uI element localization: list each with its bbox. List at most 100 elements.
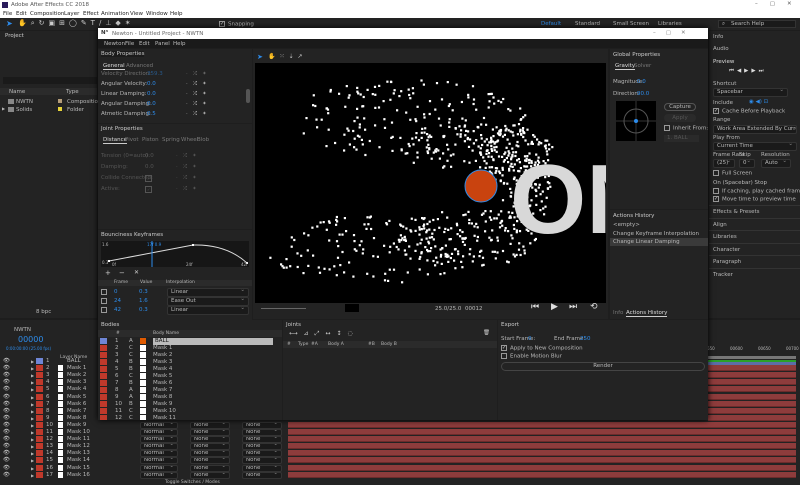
visibility-eye-icon[interactable]: 👁 — [3, 457, 10, 464]
search-help-input[interactable]: ⌕ Search Help — [718, 20, 796, 28]
newton-menu-file[interactable]: File — [125, 41, 134, 47]
expand-arrow[interactable]: ▶ — [31, 443, 34, 450]
resolution-select[interactable]: Auto — [761, 159, 791, 168]
mode-select[interactable]: Normal — [140, 464, 178, 472]
project-search-input[interactable] — [3, 77, 97, 84]
work-area-bar[interactable] — [708, 356, 796, 359]
remove-keyframe-button[interactable]: − — [119, 269, 125, 277]
menu-help[interactable]: Help — [170, 11, 183, 17]
zoom-slider[interactable] — [261, 308, 306, 309]
menu-window[interactable]: Window — [146, 11, 168, 17]
info-panel[interactable]: Info — [713, 34, 723, 40]
apply-new-comp-checkbox[interactable]: ✓ Apply to New Composition — [501, 345, 583, 352]
body-row[interactable]: 7 B Mask 6 — [98, 380, 276, 387]
start-frame-value[interactable]: 0 — [528, 336, 532, 342]
tab-solver[interactable]: Solver — [634, 63, 651, 69]
newton-menu-help[interactable]: Help — [173, 41, 186, 47]
render-button[interactable]: Render — [501, 362, 705, 371]
layer-bar[interactable] — [288, 443, 796, 450]
preview-controls[interactable]: ⏮◀▶▶⏭ — [729, 68, 767, 75]
visibility-eye-icon[interactable]: 👁 — [3, 358, 10, 365]
visibility-eye-icon[interactable]: 👁 — [3, 401, 10, 408]
visibility-eye-icon[interactable]: 👁 — [3, 465, 10, 472]
trkmat-select[interactable]: None — [190, 457, 230, 465]
tab-advanced[interactable]: Advanced — [126, 63, 153, 69]
panel-character[interactable]: Character — [709, 242, 800, 254]
end-frame-value[interactable]: 250 — [580, 336, 591, 342]
layer-bar[interactable] — [288, 436, 796, 443]
newton-menu-newton[interactable]: Newton — [104, 41, 125, 47]
mode-select[interactable]: Normal — [140, 457, 178, 465]
layer-bar[interactable] — [708, 379, 796, 386]
inherit-from-checkbox[interactable]: Inherit From: — [664, 125, 708, 132]
panel-paragraph[interactable]: Paragraph — [709, 255, 800, 266]
timeline-layer-row[interactable]: 👁 ▶ 2 Mask 1 — [0, 365, 97, 372]
layer-bar[interactable] — [288, 464, 796, 471]
if-caching-checkbox[interactable]: If caching, play cached frames — [713, 188, 800, 195]
play-from-select[interactable]: Current Time — [713, 142, 797, 151]
panel-tracker[interactable]: Tracker — [709, 267, 800, 279]
expand-arrow[interactable]: ▶ — [31, 457, 34, 464]
menu-layer[interactable]: Layer — [64, 11, 79, 17]
expand-arrow[interactable]: ▶ — [31, 372, 34, 379]
parent-select[interactable]: None — [242, 471, 282, 479]
workspace-libraries[interactable]: Libraries — [658, 21, 682, 27]
skip-select[interactable]: 0 — [739, 159, 755, 168]
layer-bar[interactable] — [288, 457, 796, 464]
expand-arrow[interactable]: ▶ — [31, 394, 34, 401]
visibility-eye-icon[interactable]: 👁 — [3, 394, 10, 401]
body-row[interactable]: 4 B Mask 3 — [98, 359, 276, 366]
gravity-direction-dial[interactable] — [616, 101, 656, 141]
trkmat-select[interactable]: None — [190, 421, 230, 429]
scrollbar[interactable] — [246, 89, 250, 103]
magnitude-value[interactable]: 0.0 — [637, 79, 646, 85]
delete-all-keyframes-button[interactable]: ✕ — [134, 269, 139, 276]
tab-spring[interactable]: Spring — [162, 137, 180, 143]
workspace-default[interactable]: Default — [541, 21, 561, 27]
motion-blur-checkbox[interactable]: Enable Motion Blur — [501, 353, 562, 360]
timeline-layer-row[interactable]: 👁 ▶ 11 Mask 10 — [0, 429, 97, 436]
timeline-layer-row[interactable]: 👁 ▶ 17 Mask 16 — [0, 471, 97, 479]
layer-bar[interactable] — [288, 421, 796, 428]
tab-actions-history[interactable]: Actions History — [626, 310, 668, 317]
apply-button[interactable]: Apply — [664, 114, 696, 122]
history-item[interactable]: Change Keyframe Interpolation — [610, 230, 708, 238]
menu-view[interactable]: View — [130, 11, 143, 17]
body-row[interactable]: 6 C Mask 5 — [98, 373, 276, 380]
expand-arrow[interactable]: ▶ — [31, 408, 34, 415]
body-row[interactable]: 1 A BALL — [98, 338, 276, 345]
audio-panel[interactable]: Audio — [713, 46, 729, 52]
window-controls[interactable]: –▢✕ — [755, 1, 800, 7]
bpc-label[interactable]: 8 bpc — [36, 309, 51, 315]
tab-info[interactable]: Info — [613, 310, 623, 316]
mode-select[interactable]: Normal — [140, 429, 178, 436]
expand-arrow[interactable]: ▶ — [31, 465, 34, 472]
parent-select[interactable]: None — [242, 443, 282, 451]
background-color-swatch[interactable] — [345, 304, 359, 312]
tab-general[interactable]: General — [103, 63, 125, 70]
selection-tool-icon[interactable]: ➤ — [6, 19, 13, 28]
layer-bar[interactable] — [708, 372, 796, 379]
visibility-eye-icon[interactable]: 👁 — [3, 472, 10, 479]
joint-type-icons[interactable]: ⟷⊿⤢↔↕◌ — [289, 330, 359, 338]
tab-pivot[interactable]: Pivot — [125, 137, 139, 143]
expand-arrow[interactable]: ▶ — [31, 415, 34, 422]
expand-arrow[interactable]: ▶ — [31, 429, 34, 436]
expand-arrow[interactable]: ▶ — [31, 436, 34, 443]
snapping-checkbox[interactable]: ✓ Snapping — [219, 21, 254, 28]
frame-rate-select[interactable]: (25) — [713, 159, 735, 168]
panel-libraries[interactable]: Libraries — [709, 230, 800, 241]
cache-checkbox[interactable]: ✓ Cache Before Playback — [713, 108, 785, 115]
visibility-eye-icon[interactable]: 👁 — [3, 415, 10, 422]
shortcut-select[interactable]: Spacebar — [713, 88, 788, 97]
panel-effects-presets[interactable]: Effects & Presets — [709, 205, 800, 216]
include-icons[interactable]: ◉ ◀) ⊡ — [749, 99, 768, 105]
menu-file[interactable]: File — [3, 11, 12, 17]
history-item[interactable]: <empty> — [610, 221, 708, 229]
timecode[interactable]: 00000 — [18, 335, 43, 344]
visibility-eye-icon[interactable]: 👁 — [3, 386, 10, 393]
parent-select[interactable]: None — [242, 421, 282, 429]
body-row[interactable]: 9 A Mask 8 — [98, 394, 276, 401]
layer-bar[interactable] — [288, 471, 796, 478]
preview-panel[interactable]: Preview — [713, 59, 734, 65]
